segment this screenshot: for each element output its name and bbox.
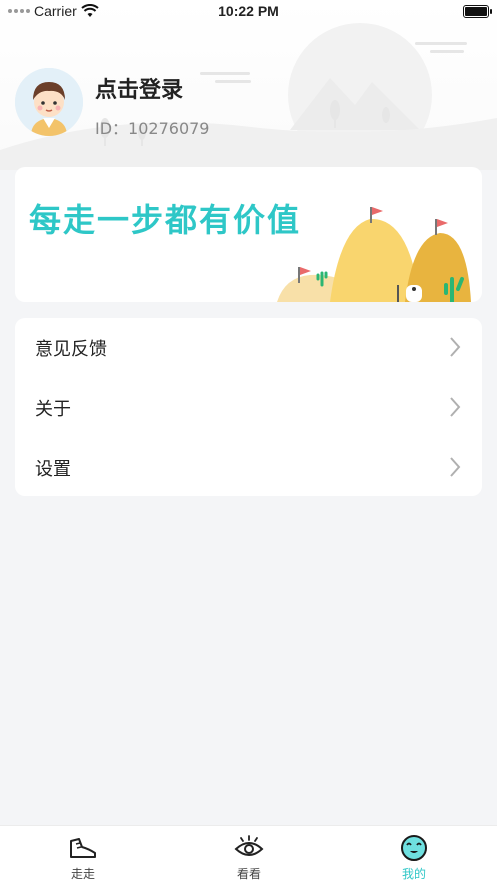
status-bar: Carrier 10:22 PM [0,0,497,26]
tab-label: 我的 [401,867,426,881]
tab-mine[interactable]: 我的 [331,826,497,883]
chevron-right-icon [450,457,461,477]
tab-walk[interactable]: 走走 [0,826,166,883]
avatar[interactable] [15,68,83,136]
avatar-icon [15,68,83,136]
battery-icon [463,5,492,18]
banner-slogan: 每走一步都有价值 [29,201,302,239]
shoe-icon [70,838,96,858]
login-button[interactable]: 点击登录 [95,72,183,104]
menu-item-about[interactable]: 关于 [15,378,482,438]
menu-item-label: 关于 [35,399,71,420]
tab-label: 走走 [70,867,95,881]
chevron-right-icon [450,397,461,417]
tab-bar: 走走 看看 我的 [0,825,497,883]
menu-item-feedback[interactable]: 意见反馈 [15,318,482,378]
status-time: 10:22 PM [218,3,279,19]
slogan-banner[interactable]: 每走一步都有价值 [15,167,482,302]
tab-label: 看看 [236,867,261,881]
user-id-label: ID：10276079 [95,119,210,138]
menu-item-label: 设置 [35,459,71,480]
menu-item-label: 意见反馈 [35,339,107,360]
menu-item-settings[interactable]: 设置 [15,438,482,498]
chevron-right-icon [450,337,461,357]
eye-icon [234,835,264,856]
tab-look[interactable]: 看看 [166,826,332,883]
settings-menu: 意见反馈 关于 设置 [15,318,482,496]
profile-face-icon [401,835,427,861]
